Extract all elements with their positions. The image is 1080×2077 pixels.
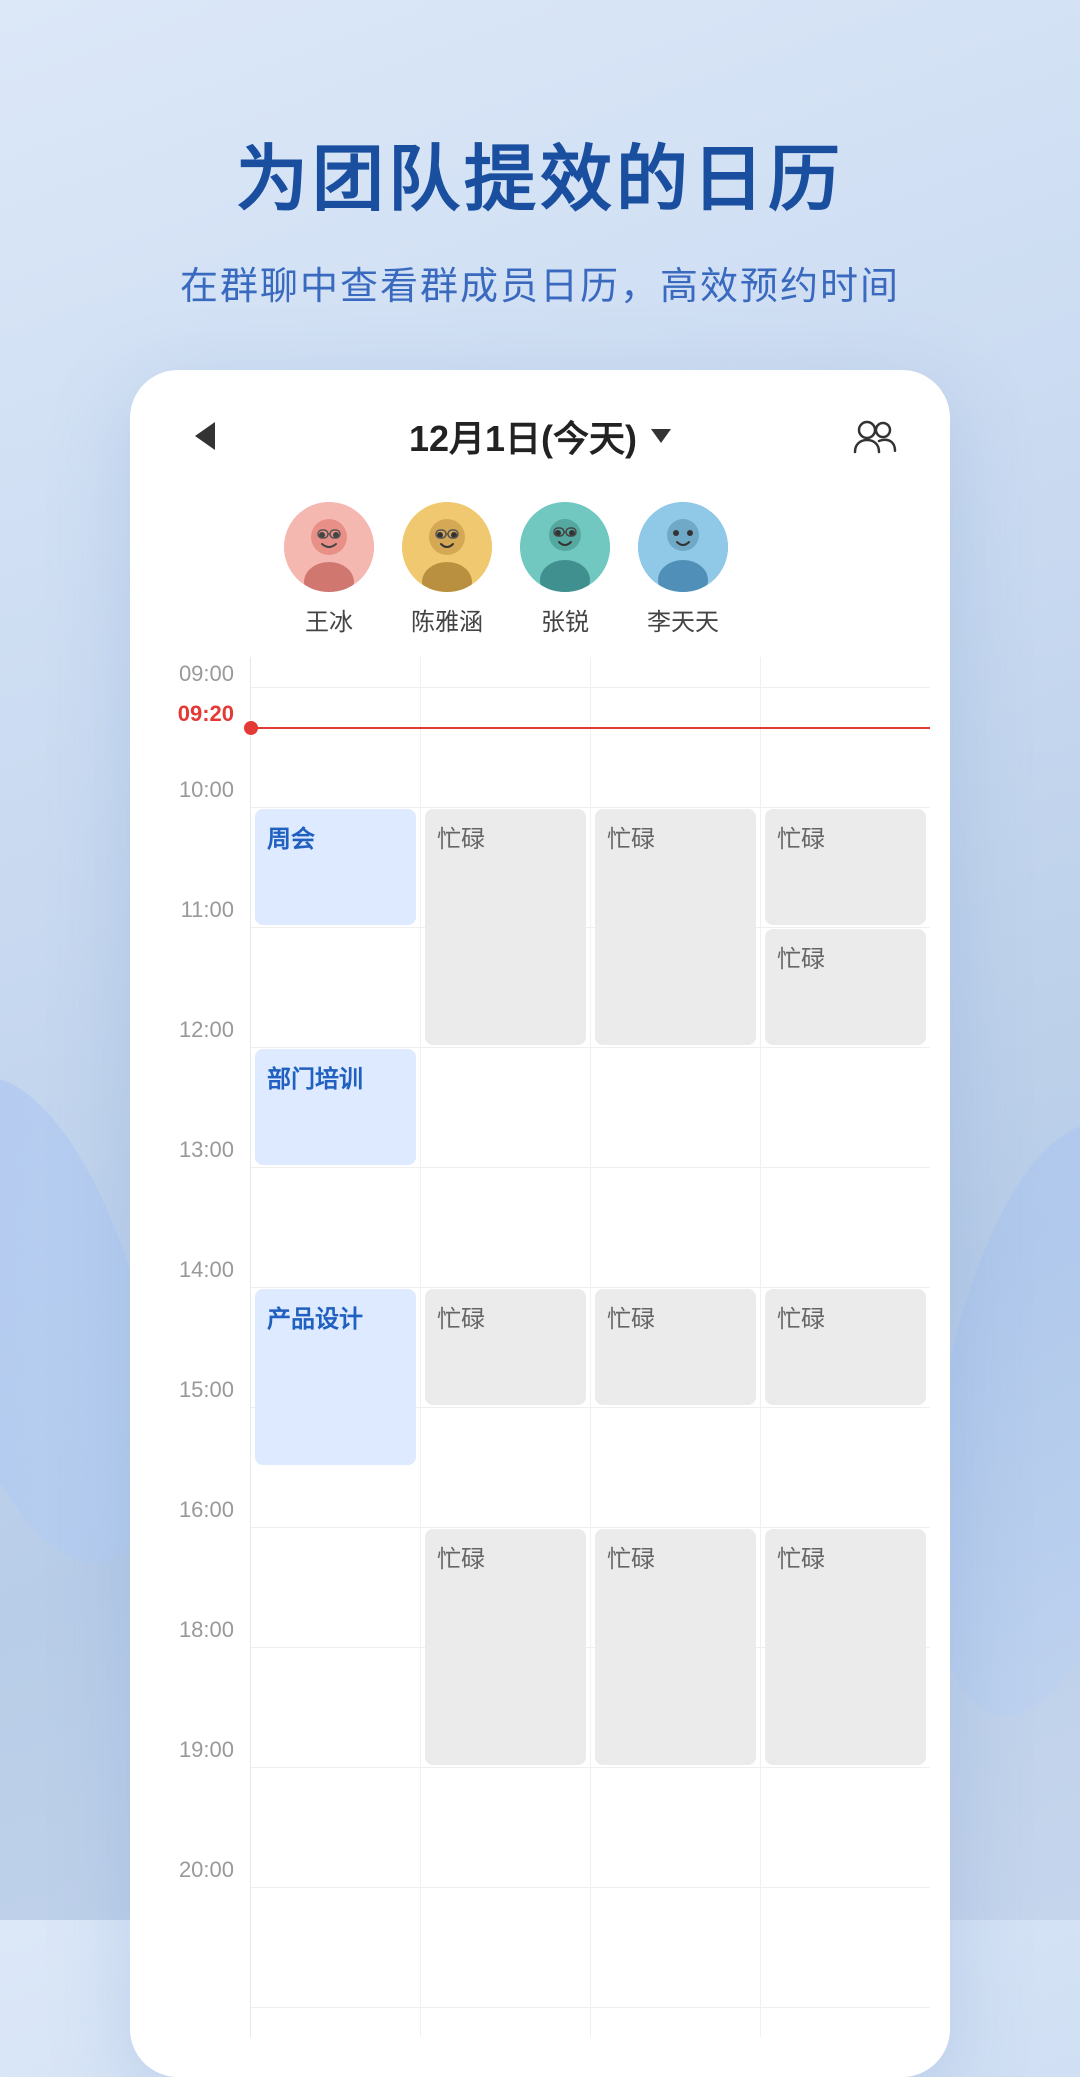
header-date[interactable]: 12月1日(今天): [409, 410, 671, 462]
date-dropdown-icon: [651, 429, 671, 443]
hero-section: 为团队提效的日历 在群聊中查看群成员日历，高效预约时间: [0, 0, 1080, 370]
avatars-row: 王冰 陈雅涵: [130, 492, 950, 657]
busy-label: 忙碌: [777, 946, 825, 973]
event-label-bumen: 部门培训: [267, 1066, 363, 1093]
time-label-1900: 19:00: [130, 1737, 250, 1857]
events-area: 周会 部门培训 产品设计: [250, 657, 930, 2037]
event-busy-col1-0: 忙碌: [425, 809, 586, 1045]
event-busy-col3-3: 忙碌: [765, 1529, 926, 1765]
event-col-2: 忙碌 忙碌 忙碌: [591, 657, 761, 2037]
avatar-name-0: 王冰: [305, 602, 353, 637]
avatar-item-3[interactable]: 李天天: [624, 502, 742, 637]
event-busy-col2-1: 忙碌: [595, 1289, 756, 1405]
time-label-1700: 18:00: [130, 1617, 250, 1737]
event-busy-col2-0: 忙碌: [595, 809, 756, 1045]
time-column: 09:00 09:20 10:00 11:00 12:00 13:00 14:0…: [130, 657, 250, 1917]
event-busy-col3-0: 忙碌: [765, 809, 926, 925]
avatar-item-1[interactable]: 陈雅涵: [388, 502, 506, 637]
event-label-zhouhui: 周会: [267, 826, 315, 853]
busy-label: 忙碌: [437, 826, 485, 853]
event-label-product: 产品设计: [267, 1306, 363, 1333]
event-col-1: 忙碌 忙碌 忙碌: [421, 657, 591, 2037]
avatar-item-0[interactable]: 王冰: [270, 502, 388, 637]
event-bumentraining[interactable]: 部门培训: [255, 1049, 416, 1165]
avatar-item-2[interactable]: 张锐: [506, 502, 624, 637]
busy-label: 忙碌: [437, 1546, 485, 1573]
time-label-1300: 13:00: [130, 1137, 250, 1257]
busy-label: 忙碌: [607, 1546, 655, 1573]
time-label-1100: 11:00: [130, 897, 250, 1017]
event-busy-col1-1: 忙碌: [425, 1289, 586, 1405]
busy-label: 忙碌: [777, 1306, 825, 1333]
calendar-grid: 09:00 09:20 10:00 11:00 12:00 13:00 14:0…: [130, 657, 950, 2037]
avatar-circle-1: [402, 502, 492, 592]
time-label-2000: 20:00: [130, 1857, 250, 1917]
event-busy-col2-2: 忙碌: [595, 1529, 756, 1765]
group-members-button[interactable]: [850, 411, 900, 461]
current-time-dot: [244, 721, 258, 735]
calendar-header: 12月1日(今天): [130, 370, 950, 492]
time-label-1600: 16:00: [130, 1497, 250, 1617]
back-chevron-icon: [195, 422, 215, 450]
busy-label: 忙碌: [777, 1546, 825, 1573]
hero-title: 为团队提效的日历: [0, 120, 1080, 225]
back-button[interactable]: [180, 411, 230, 461]
busy-label: 忙碌: [777, 826, 825, 853]
avatar-circle-2: [520, 502, 610, 592]
avatar-name-2: 张锐: [541, 602, 589, 637]
event-zhouhui[interactable]: 周会: [255, 809, 416, 925]
event-busy-col3-2: 忙碌: [765, 1289, 926, 1405]
busy-label: 忙碌: [607, 1306, 655, 1333]
avatar-circle-3: [638, 502, 728, 592]
event-busy-col1-2: 忙碌: [425, 1529, 586, 1765]
calendar-card: 12月1日(今天): [130, 370, 950, 2077]
time-label-1000: 10:00: [130, 777, 250, 897]
avatar-name-1: 陈雅涵: [411, 602, 483, 637]
busy-label: 忙碌: [437, 1306, 485, 1333]
time-label-1400: 14:00: [130, 1257, 250, 1377]
hero-subtitle: 在群聊中查看群成员日历，高效预约时间: [0, 255, 1080, 310]
date-text: 12月1日(今天): [409, 410, 637, 462]
busy-label: 忙碌: [607, 826, 655, 853]
event-columns: 周会 部门培训 产品设计: [251, 657, 930, 2037]
event-col-3: 忙碌 忙碌 忙碌 忙碌: [761, 657, 930, 2037]
time-label-1200: 12:00: [130, 1017, 250, 1137]
event-busy-col3-1: 忙碌: [765, 929, 926, 1045]
current-time-indicator: [251, 727, 930, 729]
avatar-name-3: 李天天: [647, 602, 719, 637]
time-label-1500: 15:00: [130, 1377, 250, 1497]
event-col-0: 周会 部门培训 产品设计: [251, 657, 421, 2037]
avatar-circle-0: [284, 502, 374, 592]
event-productdesign[interactable]: 产品设计: [255, 1289, 416, 1465]
time-label-0900: 09:00: [130, 657, 250, 687]
current-time-label: 09:20: [130, 687, 250, 727]
